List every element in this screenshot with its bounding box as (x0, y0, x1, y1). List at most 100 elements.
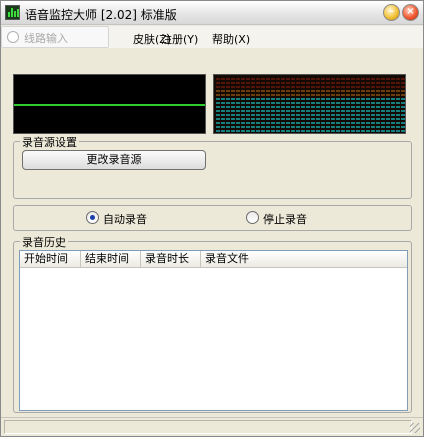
menu-help[interactable]: 帮助(X) (212, 31, 250, 47)
spectrum-cell (371, 98, 375, 100)
auto-record-label: 自动录音 (103, 213, 147, 226)
column-duration[interactable]: 录音时长 (141, 251, 201, 268)
resize-grip-icon[interactable] (410, 423, 420, 433)
spectrum-cell (296, 98, 300, 100)
spectrum-cell (226, 106, 230, 108)
line-input-dropdown[interactable]: 线路输入 (1, 26, 109, 48)
spectrum-cell (296, 94, 300, 96)
spectrum-cell (271, 82, 275, 84)
spectrum-cell (391, 86, 395, 88)
spectrum-cell (276, 82, 280, 84)
spectrum-cell (371, 82, 375, 84)
spectrum-cell (331, 86, 335, 88)
spectrum-cell (341, 102, 345, 104)
spectrum-cell (251, 82, 255, 84)
menu-register[interactable]: 注册(Y) (161, 31, 198, 47)
spectrum-cell (401, 102, 405, 104)
close-button[interactable]: × (402, 4, 419, 21)
spectrum-cell (351, 102, 355, 104)
spectrum-cell (336, 82, 340, 84)
spectrum-cell (381, 82, 385, 84)
spectrum-cell (276, 110, 280, 112)
spectrum-cell (336, 106, 340, 108)
spectrum-cell (296, 110, 300, 112)
spectrum-cell (286, 106, 290, 108)
spectrum-cell (366, 90, 370, 92)
spectrum-cell (286, 90, 290, 92)
spectrum-cell (356, 98, 360, 100)
spectrum-cell (381, 126, 385, 128)
spectrum-cell (366, 94, 370, 96)
spectrum-cell (301, 94, 305, 96)
spectrum-cell (236, 102, 240, 104)
spectrum-cell (376, 106, 380, 108)
spectrum-cell (321, 98, 325, 100)
spectrum-cell (351, 122, 355, 124)
spectrum-cell (346, 110, 350, 112)
spectrum-cell (356, 126, 360, 128)
column-end-time[interactable]: 结束时间 (81, 251, 141, 268)
auto-record-radio[interactable] (86, 211, 99, 224)
spectrum-cell (251, 102, 255, 104)
spectrum-cell (251, 114, 255, 116)
spectrum-cell (371, 130, 375, 132)
minimize-button[interactable]: – (383, 4, 400, 21)
spectrum-cell (306, 118, 310, 120)
spectrum-cell (266, 126, 270, 128)
spectrum-cell (366, 110, 370, 112)
spectrum-cell (401, 110, 405, 112)
spectrum-cell (241, 106, 245, 108)
spectrum-cell (326, 82, 330, 84)
spectrum-cell (266, 90, 270, 92)
spectrum-cell (331, 122, 335, 124)
spectrum-cell (236, 110, 240, 112)
spectrum-cell (341, 126, 345, 128)
spectrum-cell (331, 98, 335, 100)
spectrum-cell (401, 98, 405, 100)
spectrum-cell (371, 126, 375, 128)
spectrum-cell (221, 82, 225, 84)
spectrum-cell (376, 90, 380, 92)
spectrum-cell (256, 86, 260, 88)
spectrum-cell (301, 130, 305, 132)
spectrum-cell (216, 114, 220, 116)
spectrum-cell (336, 98, 340, 100)
column-file[interactable]: 录音文件 (201, 251, 408, 268)
spectrum-cell (301, 102, 305, 104)
spectrum-cell (341, 82, 345, 84)
spectrum-cell (301, 114, 305, 116)
spectrum-cell (351, 118, 355, 120)
spectrum-cell (346, 118, 350, 120)
spectrum-cell (291, 86, 295, 88)
spectrum-cell (281, 110, 285, 112)
spectrum-cell (251, 86, 255, 88)
spectrum-cell (336, 114, 340, 116)
spectrum-cell (326, 98, 330, 100)
history-table[interactable]: 开始时间 结束时间 录音时长 录音文件 (19, 250, 408, 411)
spectrum-cell (316, 86, 320, 88)
spectrum-cell (241, 98, 245, 100)
spectrum-cell (341, 86, 345, 88)
spectrum-cell (376, 94, 380, 96)
title-bar[interactable]: 语音监控大师 [2.02] 标准版 – × (1, 1, 423, 25)
spectrum-cell (226, 122, 230, 124)
change-source-button[interactable]: 更改录音源 (22, 150, 206, 170)
spectrum-cell (271, 86, 275, 88)
spectrum-cell (221, 94, 225, 96)
spectrum-cell (321, 114, 325, 116)
spectrum-cell (371, 102, 375, 104)
spectrum-cell (356, 82, 360, 84)
spectrum-cell (306, 114, 310, 116)
spectrum-cell (336, 110, 340, 112)
spectrum-cell (381, 130, 385, 132)
stop-record-radio[interactable] (246, 211, 259, 224)
column-start-time[interactable]: 开始时间 (20, 251, 81, 268)
spectrum-cell (366, 122, 370, 124)
spectrum-cell (261, 130, 265, 132)
spectrum-cell (381, 118, 385, 120)
spectrum-cell (381, 98, 385, 100)
spectrum-cell (316, 82, 320, 84)
spectrum-cell (401, 130, 405, 132)
spectrum-cell (296, 82, 300, 84)
spectrum-cell (386, 106, 390, 108)
